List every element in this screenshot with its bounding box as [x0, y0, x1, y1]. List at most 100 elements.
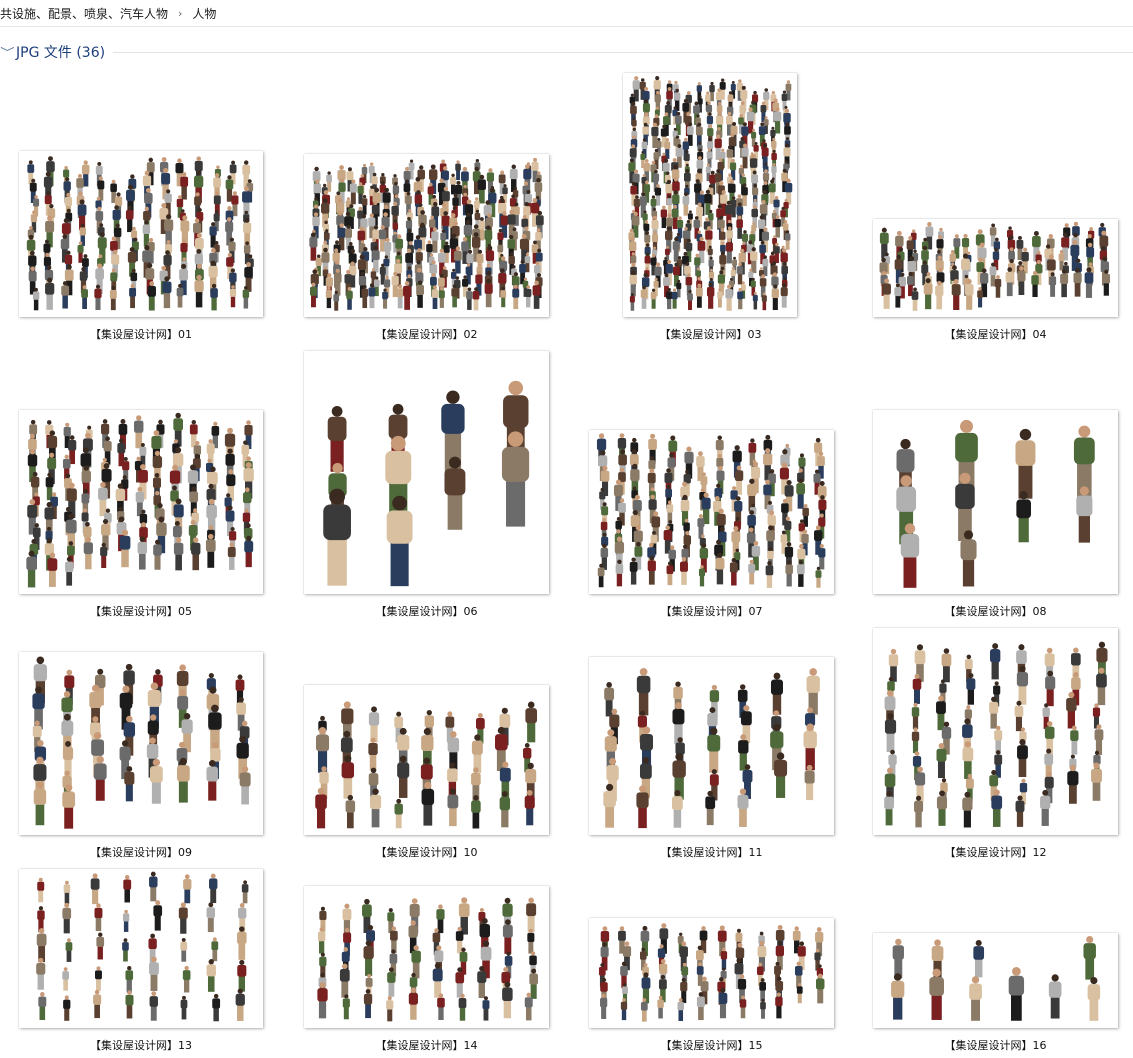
breadcrumb-item-current[interactable]: 人物 [192, 5, 216, 22]
person-figure [36, 957, 46, 990]
person-figure [994, 725, 1003, 754]
file-thumbnail[interactable] [589, 657, 834, 835]
person-figure [1087, 976, 1101, 1021]
file-name[interactable]: 【集设屋设计网】13 [19, 1037, 263, 1053]
person-figure [123, 874, 132, 903]
file-thumbnail[interactable] [589, 430, 834, 594]
person-figure [888, 648, 899, 682]
person-figure [636, 668, 651, 716]
thumbnail-image [596, 433, 827, 588]
thumbnail-image [36, 871, 249, 1022]
person-figure [94, 966, 102, 991]
person-figure [182, 965, 191, 993]
person-figure [672, 702, 685, 744]
person-figure [973, 939, 985, 978]
file-name[interactable]: 【集设屋设计网】03 [588, 326, 833, 342]
person-figure [1008, 967, 1025, 1021]
file-name[interactable]: 【集设屋设计网】07 [589, 603, 834, 619]
file-thumbnail[interactable] [19, 410, 263, 594]
file-thumbnail[interactable] [19, 151, 263, 317]
file-name[interactable]: 【集设屋设计网】02 [304, 326, 549, 342]
file-thumbnail[interactable] [19, 869, 263, 1028]
thumbnail-image [26, 156, 254, 311]
person-figure [482, 996, 490, 1021]
person-figure [929, 968, 944, 1020]
file-thumbnail[interactable] [623, 73, 797, 317]
person-figure [941, 648, 952, 683]
person-figure [911, 727, 920, 754]
file-name[interactable]: 【集设屋设计网】09 [19, 844, 263, 860]
file-name[interactable]: 【集设屋设计网】16 [873, 1037, 1118, 1053]
file-thumbnail[interactable] [304, 685, 549, 835]
person-figure [891, 973, 905, 1020]
file-name[interactable]: 【集设屋设计网】06 [304, 603, 549, 619]
file-name[interactable]: 【集设屋设计网】05 [19, 603, 263, 619]
person-figure [149, 991, 158, 1021]
thumbnail-image [323, 380, 530, 587]
file-name[interactable]: 【集设屋设计网】11 [589, 844, 834, 860]
person-figure [892, 938, 904, 979]
person-figure [235, 988, 245, 1021]
thumbnail-image [896, 419, 1095, 588]
file-thumbnail[interactable] [589, 918, 834, 1028]
person-figure [125, 990, 134, 1019]
person-figure [1014, 700, 1024, 732]
person-figure [90, 873, 100, 905]
person-figure [125, 965, 134, 993]
person-figure [911, 702, 920, 730]
breadcrumb-item-parent[interactable]: 共设施、配景、喷泉、汽车人物 [0, 5, 168, 22]
person-figure [180, 938, 188, 962]
person-figure [1016, 491, 1031, 543]
person-figure [62, 967, 69, 991]
thumbnail-image [309, 157, 544, 311]
person-figure [345, 794, 356, 829]
person-figure [394, 798, 403, 829]
file-name[interactable]: 【集设屋设计网】04 [873, 326, 1118, 342]
person-figure [803, 723, 817, 771]
person-figure [94, 903, 103, 932]
person-figure [36, 928, 47, 963]
group-header-jpg[interactable]: ﹀ JPG 文件 (36) [0, 40, 1133, 64]
file-name[interactable]: 【集设屋设计网】01 [19, 326, 263, 342]
file-name[interactable]: 【集设屋设计网】15 [589, 1037, 834, 1053]
collapse-chevron-icon[interactable]: ﹀ [0, 44, 16, 60]
file-thumbnail[interactable] [873, 933, 1118, 1028]
person-figure [317, 982, 328, 1019]
thumbnail-image [598, 923, 825, 1022]
file-thumbnail[interactable] [873, 410, 1118, 594]
person-figure [386, 996, 394, 1022]
group-divider [113, 51, 1133, 53]
person-figure [684, 446, 694, 479]
person-figure [969, 976, 982, 1021]
file-name[interactable]: 【集设屋设计网】08 [873, 603, 1118, 619]
person-figure [183, 874, 192, 904]
file-thumbnail[interactable] [19, 652, 263, 835]
breadcrumb-chevron-icon[interactable]: › [178, 7, 182, 20]
breadcrumb: 共设施、配景、喷泉、汽车人物 › 人物 [0, 0, 1133, 27]
person-figure [501, 431, 530, 527]
person-figure [525, 701, 538, 743]
file-thumbnail[interactable] [873, 628, 1118, 835]
file-thumbnail[interactable] [873, 219, 1118, 317]
person-figure [455, 160, 461, 181]
file-thumbnail[interactable] [304, 886, 549, 1028]
person-figure [342, 994, 350, 1020]
thumbnail-image [32, 656, 251, 829]
person-figure [206, 959, 216, 992]
file-thumbnail[interactable] [304, 154, 549, 317]
person-figure [65, 938, 73, 962]
file-name[interactable]: 【集设屋设计网】10 [304, 844, 549, 860]
file-name[interactable]: 【集设屋设计网】14 [304, 1037, 549, 1053]
thumbnail-image [26, 412, 254, 588]
person-figure [237, 959, 247, 992]
person-figure [1091, 762, 1102, 801]
person-figure [209, 873, 218, 904]
file-thumbnail[interactable] [304, 351, 549, 594]
person-figure [815, 973, 825, 1004]
person-figure [63, 880, 71, 904]
file-name[interactable]: 【集设屋设计网】12 [873, 844, 1118, 860]
person-figure [994, 275, 1002, 298]
person-figure [1015, 428, 1036, 499]
person-figure [527, 928, 535, 954]
thumbnail-image [891, 936, 1101, 1021]
